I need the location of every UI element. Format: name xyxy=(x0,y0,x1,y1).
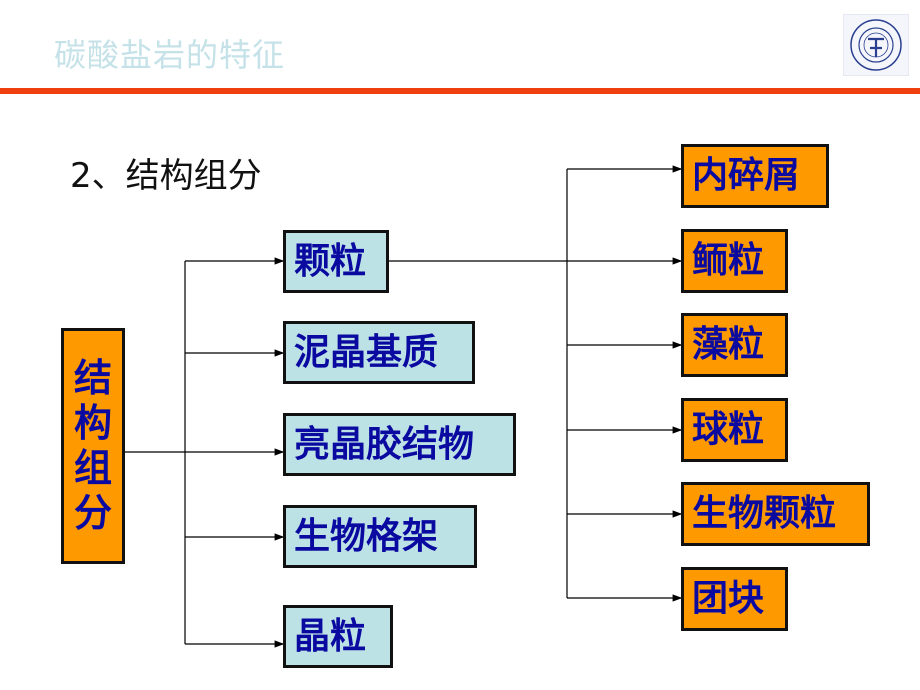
node-bio-framework: 生物格架 xyxy=(283,505,477,568)
node-pellet: 球粒 xyxy=(681,398,788,462)
root-char: 结 xyxy=(73,356,112,401)
node-lump: 团块 xyxy=(681,567,788,631)
root-char: 构 xyxy=(73,401,112,446)
node-intraclast: 内碎屑 xyxy=(681,144,829,208)
root-node-structural-components: 结 构 组 分 xyxy=(61,328,125,564)
node-ooid: 鲕粒 xyxy=(681,229,788,293)
node-crystal-grains: 晶粒 xyxy=(283,605,393,668)
node-micrite-matrix: 泥晶基质 xyxy=(283,321,475,384)
root-char: 分 xyxy=(73,490,112,535)
node-algal-grain: 藻粒 xyxy=(681,313,788,377)
node-grains: 颗粒 xyxy=(283,230,389,293)
node-bioclast: 生物颗粒 xyxy=(681,482,870,546)
node-sparry-cement: 亮晶胶结物 xyxy=(283,413,516,476)
root-char: 组 xyxy=(73,446,112,490)
